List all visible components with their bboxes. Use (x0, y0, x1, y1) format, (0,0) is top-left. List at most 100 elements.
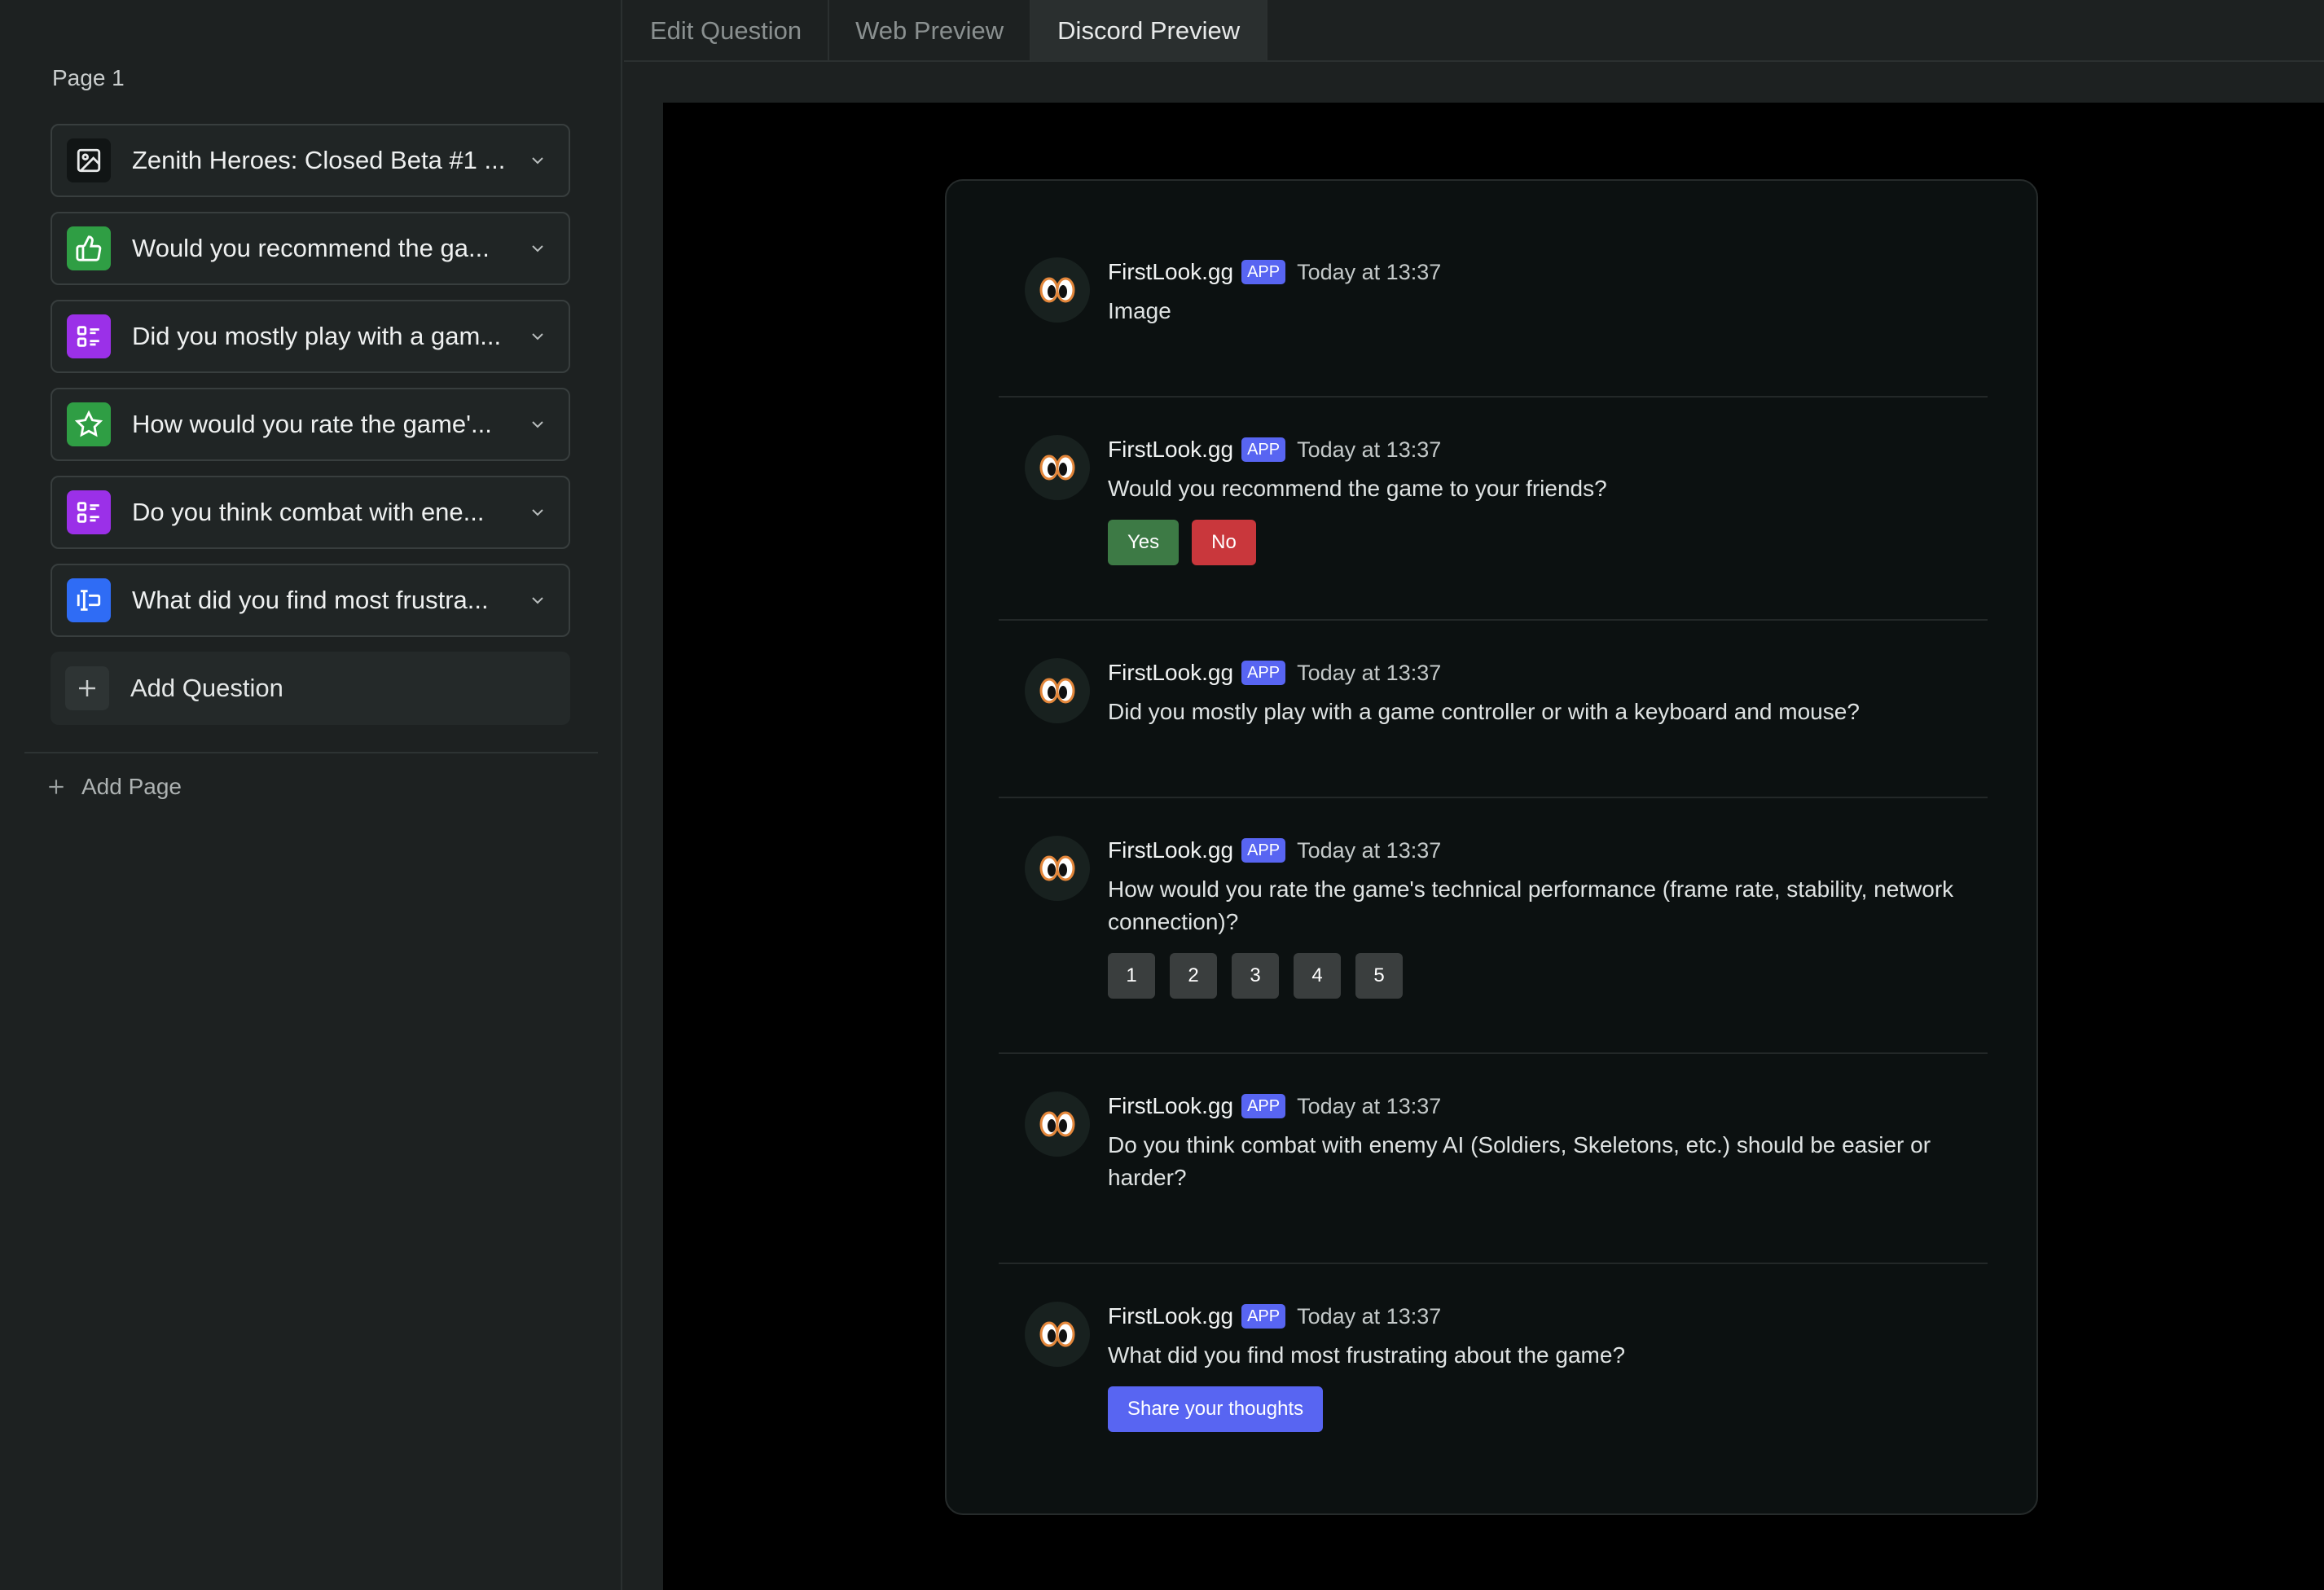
bot-avatar (1025, 1091, 1090, 1157)
bot-avatar (1025, 435, 1090, 500)
question-item-label: Zenith Heroes: Closed Beta #1 ... (132, 146, 506, 174)
message-divider (999, 619, 1988, 621)
discord-preview-pane: FirstLook.gg APP Today at 13:37 Image Fi… (663, 103, 2324, 1590)
preview-tabs: Edit Question Web Preview Discord Previe… (624, 0, 2324, 62)
rating-button-2[interactable]: 2 (1170, 953, 1217, 999)
bot-avatar (1025, 257, 1090, 323)
chevron-down-icon[interactable] (521, 408, 554, 441)
question-item-rating[interactable]: How would you rate the game'... (51, 388, 570, 461)
thumbs-up-icon (67, 226, 111, 270)
answer-buttons: Yes No (1108, 520, 1988, 565)
eyes-icon (1039, 455, 1075, 481)
chevron-down-icon[interactable] (521, 232, 554, 265)
list-icon (67, 490, 111, 534)
bot-avatar (1025, 1302, 1090, 1367)
chevron-down-icon[interactable] (521, 496, 554, 529)
author-name: FirstLook.gg (1108, 437, 1234, 462)
share-thoughts-button[interactable]: Share your thoughts (1108, 1386, 1324, 1432)
page-label: Page 1 (52, 65, 125, 90)
question-item-label: Did you mostly play with a gam... (132, 322, 502, 350)
message-header: FirstLook.gg APP Today at 13:37 (1108, 435, 1988, 464)
message-header: FirstLook.gg APP Today at 13:37 (1108, 658, 1988, 687)
add-question-button[interactable]: Add Question (51, 652, 570, 725)
rating-button-5[interactable]: 5 (1355, 953, 1403, 999)
chevron-down-icon[interactable] (521, 584, 554, 617)
eyes-icon (1039, 855, 1075, 881)
message-text: Do you think combat with enemy AI (Soldi… (1108, 1132, 1931, 1190)
bot-avatar (1025, 658, 1090, 723)
message-text: Image (1108, 298, 1171, 323)
star-icon (67, 402, 111, 446)
message-timestamp: Today at 13:37 (1297, 1303, 1442, 1329)
message-body: FirstLook.gg APP Today at 13:37 Do you t… (1108, 1091, 1988, 1194)
discord-message-card: FirstLook.gg APP Today at 13:37 Image Fi… (945, 179, 2038, 1515)
message-timestamp: Today at 13:37 (1297, 837, 1442, 863)
rating-button-3[interactable]: 3 (1232, 953, 1279, 999)
question-item-label: What did you find most frustra... (132, 586, 489, 614)
question-item-label: Do you think combat with ene... (132, 498, 485, 526)
author-name: FirstLook.gg (1108, 1303, 1234, 1329)
message-timestamp: Today at 13:37 (1297, 1093, 1442, 1118)
question-item-combat[interactable]: Do you think combat with ene... (51, 476, 570, 549)
message-text: Did you mostly play with a game controll… (1108, 699, 1860, 724)
text-input-icon (67, 578, 111, 622)
message-header: FirstLook.gg APP Today at 13:37 (1108, 1091, 1988, 1121)
message-body: FirstLook.gg APP Today at 13:37 Did you … (1108, 658, 1988, 728)
message-header: FirstLook.gg APP Today at 13:37 (1108, 1302, 1988, 1331)
message-timestamp: Today at 13:37 (1297, 660, 1442, 685)
message-body: FirstLook.gg APP Today at 13:37 Would yo… (1108, 435, 1988, 565)
message-divider (999, 1052, 1988, 1054)
app-badge: APP (1241, 838, 1286, 863)
rating-button-4[interactable]: 4 (1294, 953, 1341, 999)
eyes-icon (1039, 1111, 1075, 1137)
rating-buttons: 1 2 3 4 5 (1108, 953, 1988, 999)
add-page-label: Add Page (81, 774, 182, 799)
tab-discord-preview[interactable]: Discord Preview (1031, 0, 1268, 62)
list-icon (67, 314, 111, 358)
message-divider (999, 797, 1988, 798)
author-name: FirstLook.gg (1108, 259, 1234, 284)
chevron-down-icon[interactable] (521, 144, 554, 177)
plus-icon (49, 780, 64, 794)
app-badge: APP (1241, 260, 1286, 284)
add-page-button[interactable]: Add Page (46, 774, 182, 800)
plus-icon (65, 666, 109, 710)
question-item-controller[interactable]: Did you mostly play with a gam... (51, 300, 570, 373)
chevron-down-icon[interactable] (521, 320, 554, 353)
message-body: FirstLook.gg APP Today at 13:37 How woul… (1108, 836, 1988, 999)
app-badge: APP (1241, 1304, 1286, 1329)
question-sidebar: Page 1 Zenith Heroes: Closed Beta #1 ...… (0, 0, 622, 1590)
message-text: Would you recommend the game to your fri… (1108, 476, 1607, 501)
app-badge: APP (1241, 661, 1286, 685)
author-name: FirstLook.gg (1108, 660, 1234, 685)
tab-web-preview[interactable]: Web Preview (829, 0, 1032, 62)
author-name: FirstLook.gg (1108, 1093, 1234, 1118)
survey-editor: Page 1 Zenith Heroes: Closed Beta #1 ...… (0, 0, 2324, 1590)
message-header: FirstLook.gg APP Today at 13:37 (1108, 257, 1988, 287)
message-divider (999, 1263, 1988, 1264)
question-item-label: Would you recommend the ga... (132, 234, 490, 262)
message-body: FirstLook.gg APP Today at 13:37 Image (1108, 257, 1988, 327)
message-body: FirstLook.gg APP Today at 13:37 What did… (1108, 1302, 1988, 1432)
action-buttons: Share your thoughts (1108, 1386, 1988, 1432)
yes-button[interactable]: Yes (1108, 520, 1180, 565)
question-item-title-image[interactable]: Zenith Heroes: Closed Beta #1 ... (51, 124, 570, 197)
add-question-label: Add Question (130, 674, 283, 702)
message-header: FirstLook.gg APP Today at 13:37 (1108, 836, 1988, 865)
message-timestamp: Today at 13:37 (1297, 259, 1442, 284)
message-text: What did you find most frustrating about… (1108, 1342, 1626, 1368)
tab-edit-question[interactable]: Edit Question (624, 0, 830, 62)
question-list: Zenith Heroes: Closed Beta #1 ... Would … (51, 124, 570, 725)
question-item-recommend[interactable]: Would you recommend the ga... (51, 212, 570, 285)
no-button[interactable]: No (1192, 520, 1256, 565)
eyes-icon (1039, 277, 1075, 303)
question-item-frustrating[interactable]: What did you find most frustra... (51, 564, 570, 637)
eyes-icon (1039, 1321, 1075, 1347)
author-name: FirstLook.gg (1108, 837, 1234, 863)
eyes-icon (1039, 678, 1075, 704)
rating-button-1[interactable]: 1 (1108, 953, 1155, 999)
app-badge: APP (1241, 437, 1286, 462)
bot-avatar (1025, 836, 1090, 901)
sidebar-divider (24, 752, 598, 753)
message-text: How would you rate the game's technical … (1108, 876, 1954, 934)
